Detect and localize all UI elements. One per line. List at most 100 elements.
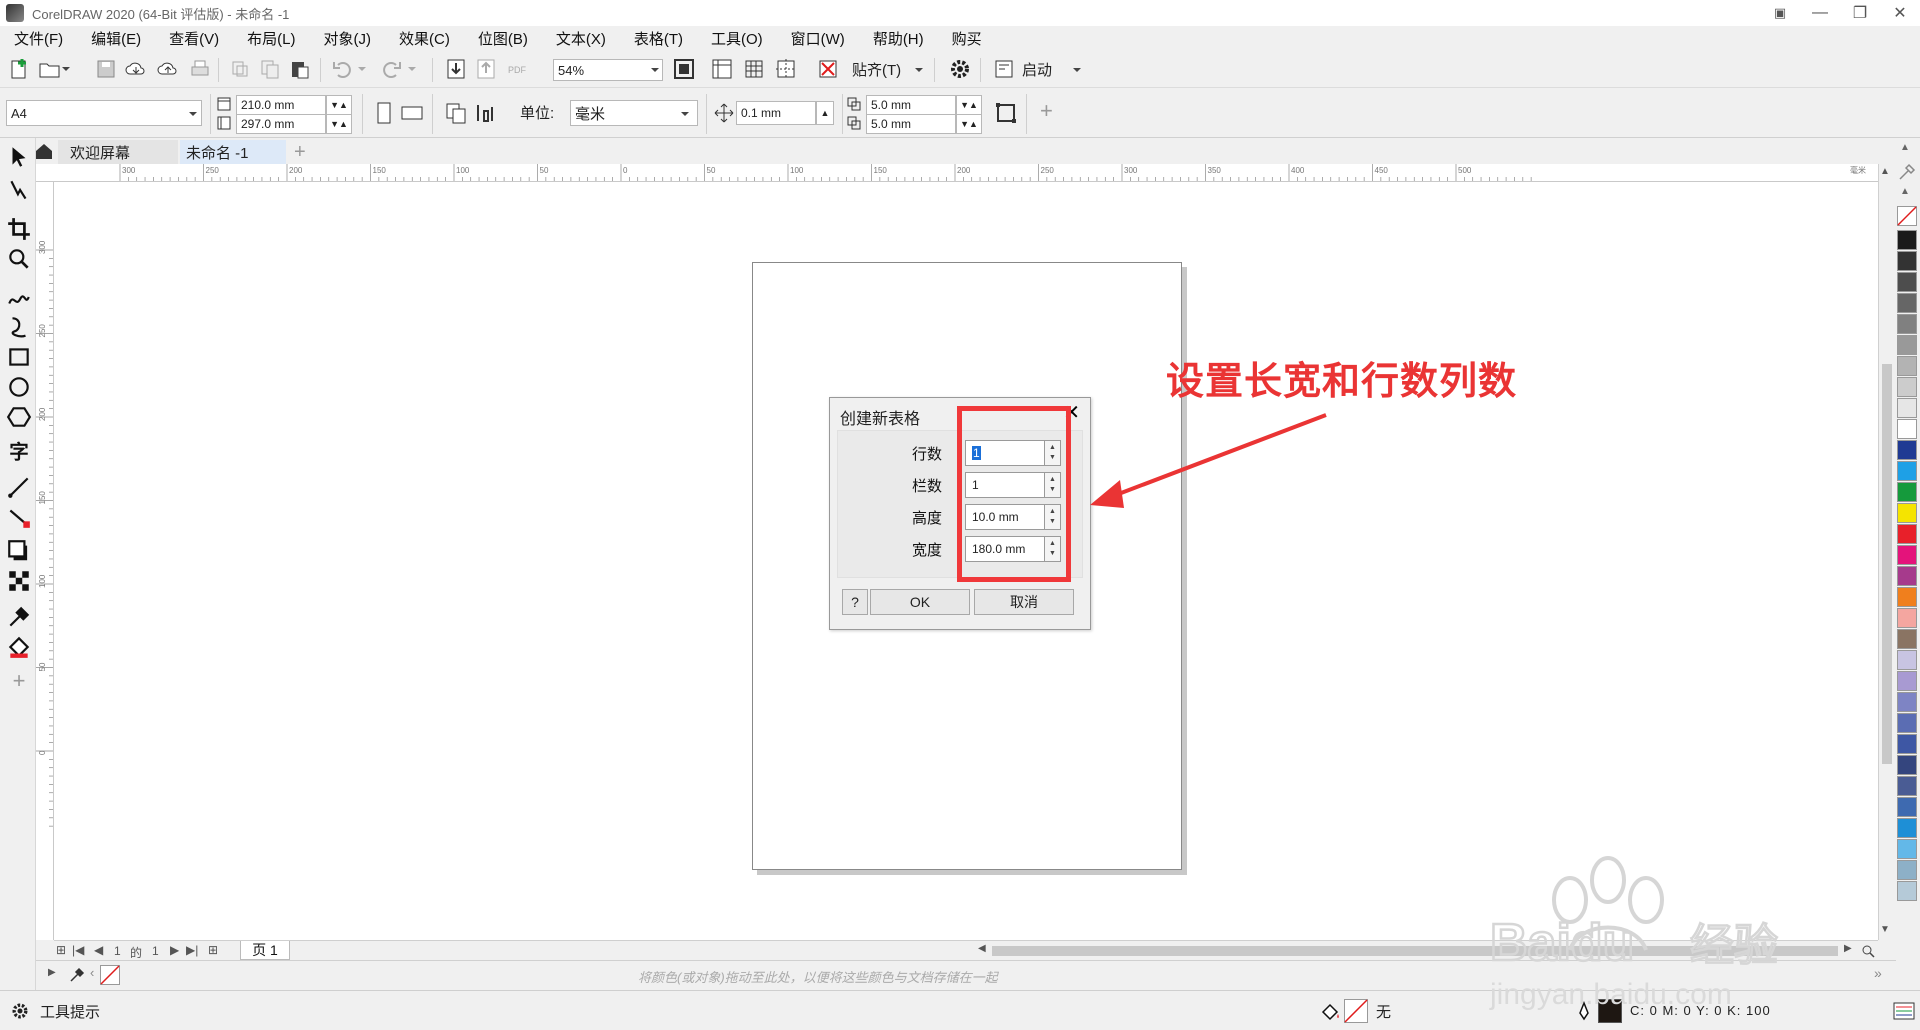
page-size-dropdown-icon[interactable] <box>186 102 200 126</box>
nudge-spin-button[interactable]: ▲ <box>816 101 834 125</box>
docpalette-left-icon[interactable]: ‹ <box>90 965 94 980</box>
eyedropper-tool-icon[interactable] <box>6 604 32 630</box>
docpalette-scroll-right-icon[interactable]: » <box>1874 965 1882 981</box>
settings-gear-icon[interactable] <box>10 1001 30 1021</box>
scroll-up-icon[interactable]: ▲ <box>1880 166 1890 177</box>
polygon-tool-icon[interactable] <box>6 404 32 430</box>
scroll-right-icon[interactable]: ▶ <box>1844 943 1852 954</box>
docpalette-expand-icon[interactable]: ▶ <box>48 967 56 978</box>
rectangle-tool-icon[interactable] <box>6 344 32 370</box>
menu-help[interactable]: 帮助(H) <box>873 28 924 49</box>
current-page-icon[interactable] <box>474 101 498 125</box>
tab-welcome-screen[interactable]: 欢迎屏幕 <box>58 140 178 164</box>
color-swatch[interactable] <box>1897 524 1917 544</box>
minimize-button[interactable]: — <box>1800 0 1840 26</box>
color-swatch[interactable] <box>1897 230 1917 250</box>
application-launcher-icon[interactable] <box>992 57 1016 81</box>
new-document-icon[interactable] <box>8 57 32 81</box>
next-page-icon[interactable]: ▶ <box>170 943 179 957</box>
snap-dropdown-icon[interactable] <box>912 58 926 82</box>
menu-window[interactable]: 窗口(W) <box>791 28 845 49</box>
menu-table[interactable]: 表格(T) <box>634 28 683 49</box>
color-swatch[interactable] <box>1897 692 1917 712</box>
color-swatch[interactable] <box>1897 272 1917 292</box>
color-swatch[interactable] <box>1897 335 1917 355</box>
cancel-button[interactable]: 取消 <box>974 589 1074 615</box>
color-swatch[interactable] <box>1897 419 1917 439</box>
duplicate-x-input[interactable]: 5.0 mm <box>866 95 956 115</box>
freehand-tool-icon[interactable] <box>6 284 32 310</box>
export-icon[interactable] <box>474 57 498 81</box>
first-page-icon[interactable]: |◀ <box>72 943 84 957</box>
menu-effects[interactable]: 效果(C) <box>399 28 450 49</box>
undo-icon[interactable] <box>330 57 354 81</box>
cloud-upload-icon[interactable] <box>156 57 180 81</box>
dimension-tool-icon[interactable] <box>6 474 32 500</box>
color-swatch[interactable] <box>1897 293 1917 313</box>
menu-layout[interactable]: 布局(L) <box>247 28 295 49</box>
drop-shadow-tool-icon[interactable] <box>6 538 32 564</box>
color-swatch[interactable] <box>1897 314 1917 334</box>
color-swatch[interactable] <box>1897 734 1917 754</box>
color-swatch[interactable] <box>1897 629 1917 649</box>
units-dropdown-icon[interactable] <box>678 102 692 126</box>
maximize-button[interactable]: ❐ <box>1840 0 1880 26</box>
height-spin-button[interactable]: ▼▲ <box>326 114 352 134</box>
restore-small-icon[interactable]: ▣ <box>1760 0 1800 26</box>
color-swatch[interactable] <box>1897 503 1917 523</box>
color-swatch[interactable] <box>1897 377 1917 397</box>
fill-bucket-icon[interactable] <box>1320 1001 1342 1023</box>
color-swatch[interactable] <box>1897 881 1917 901</box>
color-swatch[interactable] <box>1897 566 1917 586</box>
zoom-dropdown-icon[interactable] <box>648 58 662 82</box>
menu-bitmaps[interactable]: 位图(B) <box>478 28 528 49</box>
no-color-swatch-icon[interactable] <box>1897 206 1917 226</box>
redo-dropdown-icon[interactable] <box>406 57 418 81</box>
palette-scroll-up2-icon[interactable]: ▲ <box>1900 186 1910 197</box>
color-swatch[interactable] <box>1897 356 1917 376</box>
nudge-distance-input[interactable]: 0.1 mm <box>736 101 816 125</box>
ok-button[interactable]: OK <box>870 589 970 615</box>
help-button[interactable]: ? <box>842 589 868 615</box>
color-swatch[interactable] <box>1897 860 1917 880</box>
color-swatch[interactable] <box>1897 671 1917 691</box>
show-grid-icon[interactable] <box>742 57 766 81</box>
color-swatch[interactable] <box>1897 587 1917 607</box>
width-spin-button[interactable]: ▼▲ <box>326 95 352 115</box>
export-pdf-button[interactable]: PDF <box>504 58 530 82</box>
snap-to-dropdown[interactable]: 贴齐(T) <box>852 59 901 80</box>
add-tool-icon[interactable]: + <box>6 668 32 694</box>
page-width-input[interactable]: 210.0 mm <box>236 95 326 115</box>
dup-x-spin-button[interactable]: ▼▲ <box>956 95 982 115</box>
crop-tool-icon[interactable] <box>6 216 32 242</box>
interactive-fill-icon[interactable] <box>6 634 32 660</box>
full-screen-preview-icon[interactable] <box>672 57 696 81</box>
new-tab-icon[interactable]: + <box>294 140 306 164</box>
chevron-down-icon[interactable] <box>60 57 72 81</box>
zoom-navigator-icon[interactable] <box>1860 943 1876 959</box>
menu-text[interactable]: 文本(X) <box>556 28 606 49</box>
transparency-tool-icon[interactable] <box>6 568 32 594</box>
horizontal-ruler[interactable]: 300 250 200 150 100 50 0 50 100 150 200 250 300 350 40… <box>50 164 1878 182</box>
color-swatch[interactable] <box>1897 545 1917 565</box>
vertical-scrollbar[interactable]: ▲ ▼ <box>1878 164 1894 940</box>
tool-hints-label[interactable]: 工具提示 <box>40 1001 100 1022</box>
color-swatch[interactable] <box>1897 818 1917 838</box>
options-gear-icon[interactable] <box>948 57 972 81</box>
cloud-download-icon[interactable] <box>124 57 148 81</box>
color-swatch[interactable] <box>1897 440 1917 460</box>
portrait-orientation-icon[interactable] <box>372 101 396 125</box>
page-size-select[interactable]: A4 <box>6 100 202 126</box>
launch-dropdown-icon[interactable] <box>1070 58 1084 82</box>
color-proof-icon[interactable] <box>1892 999 1916 1023</box>
color-swatch[interactable] <box>1897 608 1917 628</box>
close-window-button[interactable]: ✕ <box>1880 0 1920 26</box>
vertical-scroll-thumb[interactable] <box>1882 364 1892 764</box>
scroll-left-icon[interactable]: ◀ <box>978 943 986 954</box>
menu-file[interactable]: 文件(F) <box>14 28 63 49</box>
save-icon[interactable] <box>94 57 118 81</box>
color-swatch[interactable] <box>1897 482 1917 502</box>
color-swatch[interactable] <box>1897 776 1917 796</box>
import-icon[interactable] <box>444 57 468 81</box>
dup-y-spin-button[interactable]: ▼▲ <box>956 114 982 134</box>
